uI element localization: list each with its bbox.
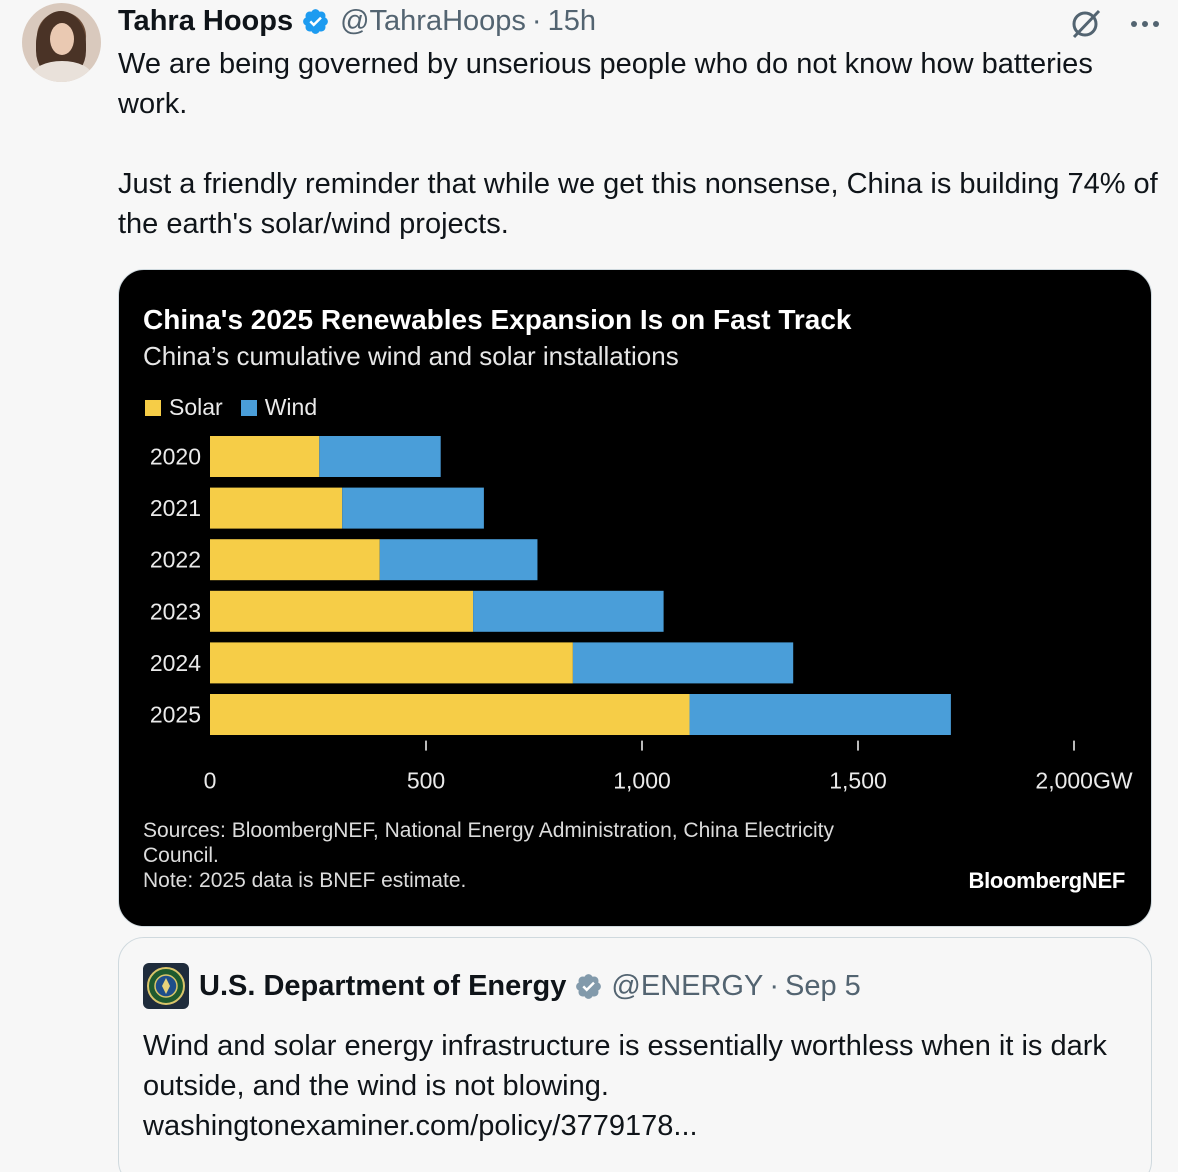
tweet-paragraph-1: We are being governed by unserious peopl… xyxy=(118,48,1093,120)
y-tick-label: 2023 xyxy=(150,598,201,624)
x-tick-label: 1,500 xyxy=(829,768,887,794)
y-tick-label: 2021 xyxy=(150,495,201,521)
y-tick-label: 2020 xyxy=(150,444,201,470)
doe-seal-icon[interactable] xyxy=(143,963,189,1009)
y-tick-label: 2022 xyxy=(150,547,201,573)
bar-solar-2024 xyxy=(210,642,573,684)
quoted-tweet-link[interactable]: washingtonexaminer.com/policy/3779178... xyxy=(143,1106,1133,1146)
bar-wind-2020 xyxy=(319,436,441,477)
tweet-paragraph-2: Just a friendly reminder that while we g… xyxy=(118,168,1158,240)
bar-wind-2024 xyxy=(572,642,794,684)
quoted-tweet[interactable]: U.S. Department of Energy @ENERGY · Sep 5 … xyxy=(118,937,1152,1172)
grok-icon[interactable] xyxy=(1068,6,1104,42)
avatar-face xyxy=(50,23,74,55)
y-tick-label: 2024 xyxy=(150,650,201,676)
author-handle[interactable]: @TahraHoops xyxy=(340,5,526,37)
avatar[interactable] xyxy=(22,3,101,82)
x-tick-label: 2,000GW xyxy=(1035,768,1132,794)
bar-solar-2020 xyxy=(210,436,320,477)
quoted-author-handle[interactable]: @ENERGY xyxy=(611,970,763,1002)
tweet-text: We are being governed by unserious peopl… xyxy=(118,44,1163,244)
bar-solar-2021 xyxy=(210,487,343,529)
bloombergnef-logo: BloombergNEF xyxy=(968,868,1125,893)
bar-solar-2025 xyxy=(210,694,690,735)
separator-dot: · xyxy=(531,4,542,37)
bar-solar-2022 xyxy=(210,539,380,581)
bar-wind-2025 xyxy=(689,694,951,735)
chart-image-card[interactable]: China's 2025 Renewables Expansion Is on … xyxy=(118,269,1152,927)
chart-sources-text: Sources: BloombergNEF, National Energy A… xyxy=(143,819,834,867)
quoted-separator-dot: · xyxy=(769,969,779,1002)
quoted-author-name[interactable]: U.S. Department of Energy xyxy=(199,970,566,1003)
tweet-header: Tahra Hoops @TahraHoops · 15h xyxy=(118,4,596,38)
bar-wind-2022 xyxy=(379,539,538,581)
bar-wind-2021 xyxy=(342,487,484,529)
more-icon[interactable] xyxy=(1130,19,1160,29)
quoted-tweet-header: U.S. Department of Energy @ENERGY · Sep 5 xyxy=(143,963,861,1009)
bar-wind-2023 xyxy=(473,590,664,632)
tweet-actions-top xyxy=(1068,6,1160,42)
chart-sources: Sources: BloombergNEF, National Energy A… xyxy=(143,818,843,893)
quoted-tweet-body: Wind and solar energy infrastructure is … xyxy=(143,1030,1107,1102)
author-name[interactable]: Tahra Hoops xyxy=(118,5,293,38)
y-tick-label: 2025 xyxy=(150,702,201,728)
chart-note: Note: 2025 data is BNEF estimate. xyxy=(143,869,467,892)
verified-badge-icon xyxy=(301,7,330,36)
quoted-date[interactable]: Sep 5 xyxy=(785,970,861,1002)
quoted-tweet-text: Wind and solar energy infrastructure is … xyxy=(143,1026,1133,1146)
tweet-timestamp[interactable]: 15h xyxy=(548,5,596,37)
x-tick-label: 0 xyxy=(204,768,217,794)
x-tick-label: 500 xyxy=(407,768,445,794)
bar-solar-2023 xyxy=(210,590,474,632)
quoted-verified-badge-icon xyxy=(574,972,603,1001)
x-tick-label: 1,000 xyxy=(613,768,671,794)
